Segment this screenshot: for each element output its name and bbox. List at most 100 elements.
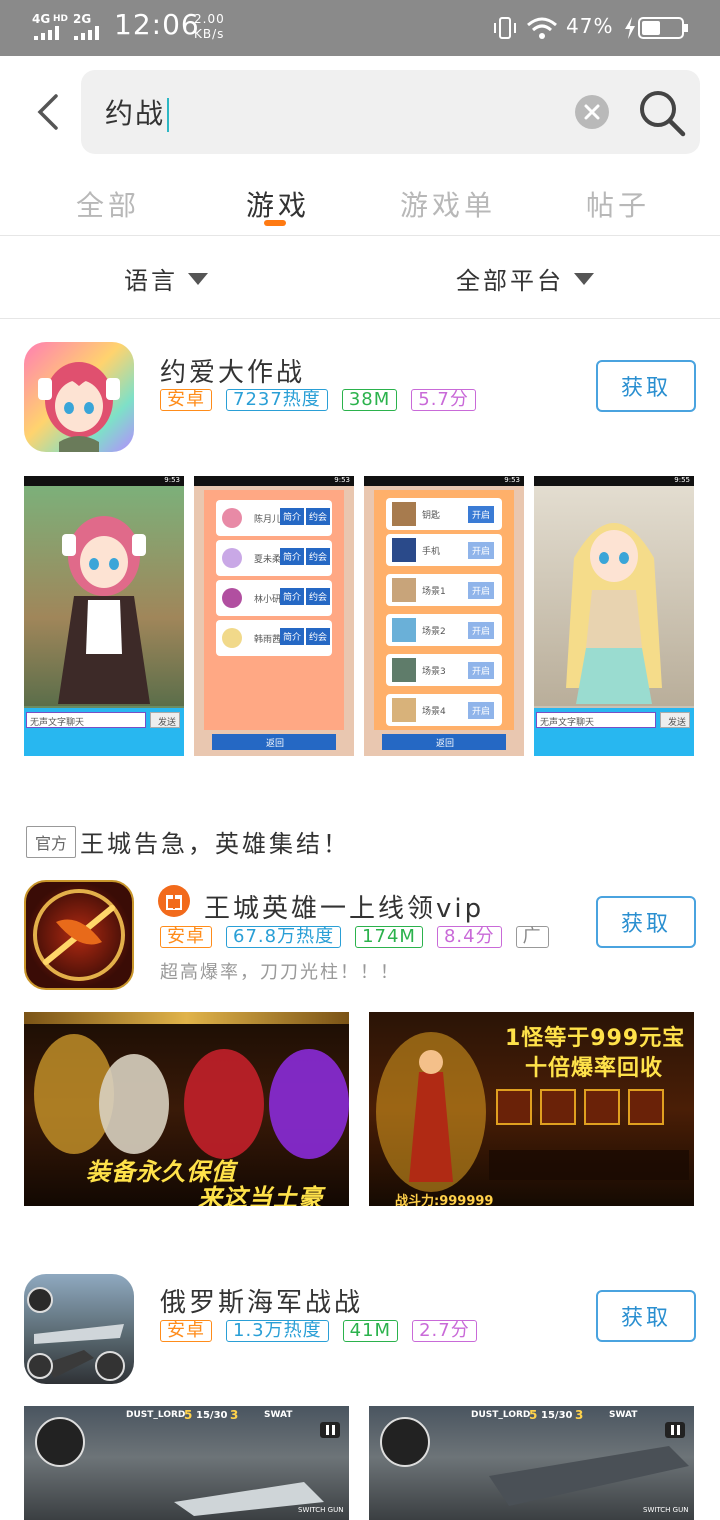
list-name: 场景1: [422, 587, 446, 597]
banner-2[interactable]: 1怪等于999元宝 十倍爆率回收 战斗力:999999: [369, 1012, 694, 1206]
popularity-tag: 67.8万热度: [226, 926, 342, 948]
search-input[interactable]: 约战: [105, 92, 170, 132]
tab-posts[interactable]: 帖子: [586, 184, 650, 224]
phone-time: 9:53: [334, 476, 350, 484]
send-label: 发送: [668, 718, 687, 728]
list-name: 钥匙: [422, 511, 441, 521]
list-name: 林小研: [254, 595, 282, 605]
tab-all[interactable]: 全部: [76, 184, 140, 224]
platform-filter[interactable]: 全部平台: [456, 261, 594, 296]
phone-time: 9:53: [164, 476, 180, 484]
official-badge: 官方: [26, 825, 77, 858]
rating-tag: 2.7分: [412, 1320, 477, 1342]
language-filter[interactable]: 语言: [124, 261, 208, 296]
list-name: 手机: [422, 547, 441, 557]
language-filter-label: 语言: [124, 267, 178, 295]
list-btn: 开启: [468, 506, 495, 523]
list-name: 韩雨茜: [254, 635, 282, 645]
list-btn: 简介: [280, 508, 305, 525]
list-btn: 简介: [280, 548, 305, 565]
screenshot-4[interactable]: 9:55 无声文字聊天 发送: [534, 476, 694, 756]
tab-active-indicator: [264, 220, 286, 226]
send-label: 发送: [158, 718, 177, 728]
screenshot-1[interactable]: 9:53 无声文字聊天 发送: [24, 476, 184, 756]
screenshot-3[interactable]: 9:53 钥匙 开启 手机 开启 场景1 开启 场景2 开启 场景3 开启 场景4 开启 返…: [364, 476, 524, 756]
list-btn: 开启: [468, 622, 495, 639]
battery-icon: [638, 17, 688, 39]
list-btn: 简介: [280, 588, 305, 605]
list-btn: 开启: [468, 662, 495, 679]
list-name: 场景2: [422, 627, 446, 637]
tab-bar: 全部 游戏 游戏单 帖子: [0, 168, 720, 236]
rating-tag: 5.7分: [411, 389, 476, 411]
size-tag: 174M: [355, 926, 423, 948]
app-icon-navy[interactable]: [24, 1274, 134, 1384]
platform-tag: 安卓: [160, 389, 212, 411]
battery-percent: 47%: [566, 14, 614, 38]
list-btn: 开启: [468, 582, 495, 599]
vibrate-icon: [494, 17, 516, 39]
switch-gun-label: SWITCH GUN: [298, 1506, 344, 1514]
search-box[interactable]: 约战: [81, 70, 700, 154]
clock: 12:06: [114, 8, 200, 41]
list-btn: 开启: [468, 542, 495, 559]
platform-tag: 安卓: [160, 926, 212, 948]
banner-1[interactable]: 装备永久保值 来这当土豪: [24, 1012, 349, 1206]
app-tags: 安卓 1.3万热度 41M 2.7分: [160, 1320, 477, 1342]
text-caret: [167, 98, 170, 132]
net-speed-unit: KB/s: [194, 27, 225, 41]
app-description: 超高爆率，刀刀光柱！！！: [160, 962, 400, 983]
charging-icon: [625, 17, 635, 39]
search-header: 约战: [0, 56, 720, 168]
tab-game-lists[interactable]: 游戏单: [400, 184, 496, 224]
chat-placeholder: 无声文字聊天: [540, 718, 595, 728]
switch-gun-label: SWITCH GUN: [643, 1506, 689, 1514]
rating-tag: 8.4分: [436, 926, 502, 948]
app-icon-yueai[interactable]: [24, 342, 134, 452]
back-arrow-icon[interactable]: [34, 92, 64, 132]
phone-time: 9:53: [504, 476, 520, 484]
search-icon[interactable]: [637, 88, 687, 138]
app-icon-wangcheng[interactable]: [24, 880, 134, 990]
app-tags: 安卓 67.8万热度 174M 8.4分 广: [160, 926, 549, 948]
back-label: 返回: [436, 739, 455, 749]
list-btn: 约会: [306, 508, 331, 525]
list-btn: 约会: [306, 548, 331, 565]
platform-filter-label: 全部平台: [456, 267, 564, 295]
app-title[interactable]: 约爱大作战: [160, 352, 305, 389]
popularity-tag: 7237热度: [226, 389, 328, 411]
game-screenshot-2[interactable]: DUST_LORD 5 15/30 3 SWAT SWITCH GUN: [369, 1406, 694, 1520]
dropdown-triangle-icon: [188, 272, 208, 285]
screenshot-2[interactable]: 9:53 陈月儿 简介 约会 夏未柔 简介 约会 林小研 简介 约会 韩雨茜 简…: [194, 476, 354, 756]
size-tag: 38M: [341, 389, 398, 411]
official-section-header: 官方 王城告急，英雄集结！: [26, 824, 350, 859]
status-bar: 4G HD 2G 12:06 2.00 KB/s 47%: [0, 0, 720, 56]
get-button[interactable]: 获取: [596, 896, 696, 948]
get-button[interactable]: 获取: [596, 360, 696, 412]
search-query-text: 约战: [105, 97, 166, 130]
size-tag: 41M: [342, 1320, 399, 1342]
platform-tag: 安卓: [160, 1320, 212, 1342]
game-screenshot-1[interactable]: DUST_LORD 5 15/30 3 SWAT SWITCH GUN: [24, 1406, 349, 1520]
tab-games[interactable]: 游戏: [246, 184, 310, 224]
filter-bar: 语言 全部平台: [0, 237, 720, 319]
list-btn: 开启: [468, 702, 495, 719]
dropdown-triangle-icon: [574, 272, 594, 285]
clear-icon[interactable]: [575, 95, 609, 129]
gift-icon: [158, 885, 190, 917]
list-btn: 简介: [280, 628, 305, 645]
app-title[interactable]: 俄罗斯海军战战: [160, 1282, 363, 1319]
wifi-icon: [527, 17, 557, 39]
promo-text: 来这当土豪: [198, 1184, 323, 1206]
net-speed: 2.00 KB/s: [194, 12, 225, 42]
signal-bars-2-icon: [74, 24, 99, 40]
list-btn: 约会: [306, 588, 331, 605]
app-title[interactable]: 王城英雄一上线领vip: [204, 888, 484, 925]
popularity-tag: 1.3万热度: [226, 1320, 329, 1342]
section-title: 王城告急，英雄集结！: [80, 830, 351, 858]
list-name: 场景4: [422, 707, 446, 717]
list-name: 夏未柔: [254, 555, 282, 565]
net-speed-value: 2.00: [194, 12, 225, 26]
app-tags: 安卓 7237热度 38M 5.7分: [160, 389, 476, 411]
get-button[interactable]: 获取: [596, 1290, 696, 1342]
